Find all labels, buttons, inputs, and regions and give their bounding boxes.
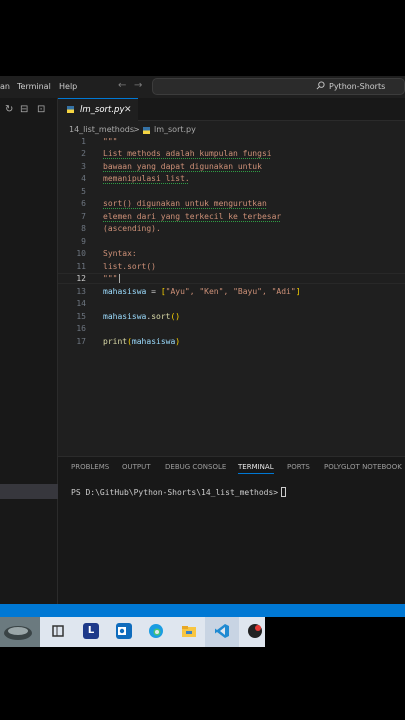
menu-item-run[interactable]: an <box>0 76 10 98</box>
tab-ports[interactable]: PORTS <box>287 461 310 473</box>
status-bar <box>0 604 405 617</box>
file-explorer-icon[interactable] <box>181 623 197 639</box>
code-line-2: List methods adalah kumpulan fungsi <box>103 149 272 158</box>
tab-label: lm_sort.py <box>80 105 125 115</box>
line-number: 6 <box>81 199 86 208</box>
menu-item-help[interactable]: Help <box>59 76 77 98</box>
variable-token: mahasiswa <box>103 312 147 321</box>
function-token: print <box>103 337 128 346</box>
code-line-4: memanipulasi list. <box>103 174 190 183</box>
code-line-3: bawaan yang dapat digunakan untuk <box>103 162 262 171</box>
code-line-1: """ <box>103 137 118 146</box>
tab-terminal[interactable]: TERMINAL <box>238 461 274 474</box>
code-line-12: """ <box>103 274 118 283</box>
variable-token: mahasiswa <box>103 287 147 296</box>
tab-lm-sort[interactable]: lm_sort.py ✕ <box>58 98 138 121</box>
line-number: 11 <box>76 262 86 271</box>
command-center-search[interactable]: Python-Shorts <box>152 78 405 95</box>
line-number: 2 <box>81 149 86 158</box>
bracket-token: ] <box>295 287 301 296</box>
tab-debug-console[interactable]: DEBUG CONSOLE <box>165 461 226 473</box>
code-line-15: mahasiswa.sort() <box>103 312 180 321</box>
outlook-icon[interactable] <box>116 623 132 639</box>
widgets-icon[interactable] <box>0 617 40 647</box>
forward-arrow-icon[interactable]: → <box>134 80 142 91</box>
edge-icon[interactable] <box>148 623 164 639</box>
more-icon[interactable]: ⊡ <box>37 104 45 115</box>
function-token: sort <box>151 312 171 321</box>
tab-output[interactable]: OUTPUT <box>122 461 151 473</box>
line-number: 7 <box>81 212 86 221</box>
taskbar-right-region <box>265 617 405 647</box>
bottom-panel <box>58 456 405 604</box>
line-number: 5 <box>81 187 86 196</box>
breadcrumb-folder[interactable]: 14_list_methods <box>69 124 134 136</box>
line-number: 1 <box>81 137 86 146</box>
collapse-icon[interactable]: ⊟ <box>20 104 28 115</box>
back-arrow-icon[interactable]: ← <box>118 80 126 91</box>
code-line-17: print(mahasiswa) <box>103 337 180 346</box>
python-file-icon <box>67 106 74 113</box>
line-number: 16 <box>76 324 86 333</box>
paren-token: ) <box>175 337 181 346</box>
text-cursor <box>119 274 120 283</box>
line-number: 13 <box>76 287 86 296</box>
explorer-sidebar <box>0 98 58 604</box>
code-line-7: elemen dari yang terkecil ke terbesar <box>103 212 282 221</box>
menu-item-terminal[interactable]: Terminal <box>17 76 51 98</box>
line-number: 12 <box>76 274 86 283</box>
search-text: Python-Shorts <box>329 82 386 91</box>
line-number: 3 <box>81 162 86 171</box>
task-view-icon[interactable] <box>50 623 66 639</box>
tab-polyglot-notebook[interactable]: POLYGLOT NOTEBOOK <box>324 461 402 473</box>
operator-token: = <box>146 287 161 296</box>
line-number: 10 <box>76 249 86 258</box>
line-number: 15 <box>76 312 86 321</box>
line-number: 8 <box>81 224 86 233</box>
string-list-token: "Ayu", "Ken", "Bayu", "Adi" <box>165 287 296 296</box>
search-icon <box>316 81 325 90</box>
terminal-prompt[interactable]: PS D:\GitHub\Python-Shorts\14_list_metho… <box>71 488 283 497</box>
line-number: 14 <box>76 299 86 308</box>
variable-token: mahasiswa <box>131 337 176 346</box>
paren-token: () <box>170 312 181 321</box>
breadcrumb-file[interactable]: lm_sort.py <box>154 124 196 136</box>
vscode-icon[interactable] <box>214 623 230 639</box>
code-line-11: list.sort() <box>103 262 156 271</box>
tab-problems[interactable]: PROBLEMS <box>71 461 109 473</box>
line-number: 17 <box>76 337 86 346</box>
sidebar-selected-row[interactable] <box>0 484 58 499</box>
lens-app-icon[interactable]: L <box>83 623 99 639</box>
line-number: 4 <box>81 174 86 183</box>
terminal-cursor <box>281 487 286 497</box>
breadcrumb-separator: > <box>133 125 140 134</box>
code-line-13: mahasiswa = ["Ayu", "Ken", "Bayu", "Adi"… <box>103 287 301 296</box>
refresh-icon[interactable]: ↻ <box>5 104 13 115</box>
code-line-10: Syntax: <box>103 249 137 258</box>
app-icon[interactable] <box>247 623 263 639</box>
line-number: 9 <box>81 237 86 246</box>
python-file-icon <box>143 127 150 134</box>
code-line-8: (ascending). <box>103 224 161 233</box>
close-icon[interactable]: ✕ <box>124 99 132 121</box>
code-line-6: sort() digunakan untuk mengurutkan <box>103 199 267 208</box>
